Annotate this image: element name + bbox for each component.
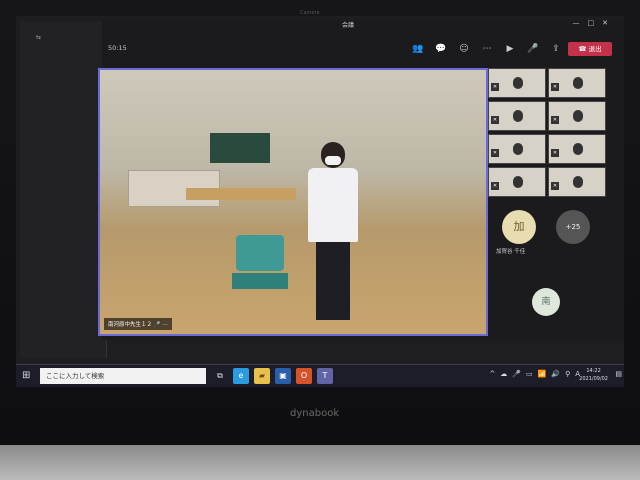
face-shape xyxy=(573,77,583,89)
share-icon[interactable]: ⇪ xyxy=(548,41,564,57)
battery-icon[interactable]: ▭ xyxy=(526,370,533,378)
task-view-icon[interactable]: ⧉ xyxy=(212,368,228,384)
volume-icon[interactable]: 🔊 xyxy=(551,370,560,378)
pen-icon[interactable]: ⚲ xyxy=(565,370,570,378)
leave-button[interactable]: ☎ 退出 xyxy=(568,42,612,56)
person-legs xyxy=(316,242,350,320)
sidebar-mini-icon[interactable]: ⇆ xyxy=(36,34,41,41)
participant-thumb[interactable]: ✕ xyxy=(548,101,606,131)
chair xyxy=(232,235,288,325)
avatar-name: 加賀谷 千佳 xyxy=(496,249,526,255)
participant-thumb[interactable]: ✕ xyxy=(548,167,606,197)
clock-time: 14:22 xyxy=(586,368,601,374)
system-tray: ^ ☁ 🎤 ▭ 📶 🔊 ⚲ A xyxy=(489,370,580,378)
brand-text: dynabook xyxy=(290,408,340,419)
classroom-board xyxy=(210,133,270,163)
more-icon[interactable]: ⋯ xyxy=(479,41,495,57)
participant-thumb[interactable]: ✕ xyxy=(548,134,606,164)
teams-icon[interactable]: T xyxy=(317,368,333,384)
taskbar-search-input[interactable]: ここに入力して検索 xyxy=(40,368,206,384)
more-participants-badge[interactable]: +25 xyxy=(556,210,590,244)
face-shape xyxy=(513,176,523,188)
classroom-table xyxy=(186,188,296,200)
participant-name: 南河原中先生１２ xyxy=(108,322,153,328)
face-shape xyxy=(513,77,523,89)
maximize-button[interactable]: □ xyxy=(588,19,603,27)
screen: ⇆ 会議 —□✕ 50:15 👥 💬 ☺ ⋯ ▶ 🎤 ⇪ ☎ 退出 南河原中先生… xyxy=(16,16,624,386)
store-icon[interactable]: ▣ xyxy=(275,368,291,384)
chat-icon[interactable]: 💬 xyxy=(433,41,449,57)
laptop-hinge xyxy=(0,445,640,480)
close-button[interactable]: ✕ xyxy=(602,19,616,27)
avatar[interactable]: 加 xyxy=(502,210,536,244)
explorer-icon[interactable]: ▰ xyxy=(254,368,270,384)
meeting-toolbar: 50:15 👥 💬 ☺ ⋯ ▶ 🎤 ⇪ ☎ 退出 xyxy=(102,38,624,60)
participant-thumb[interactable]: ✕ xyxy=(548,68,606,98)
office-icon[interactable]: O xyxy=(296,368,312,384)
participant-thumb[interactable]: ✕ xyxy=(488,167,546,197)
minimize-button[interactable]: — xyxy=(573,19,588,27)
face-shape xyxy=(573,143,583,155)
chair-seat xyxy=(232,273,288,289)
mic-icon: 🎤 xyxy=(153,322,161,328)
window-titlebar: 会議 —□✕ xyxy=(102,18,624,30)
main-video[interactable]: 南河原中先生１２ 🎤 ⋯ xyxy=(98,68,488,336)
window-controls[interactable]: —□✕ xyxy=(573,19,617,27)
chevron-up-icon[interactable]: ^ xyxy=(489,370,495,378)
leave-label: 退出 xyxy=(588,45,602,53)
taskbar-clock[interactable]: 14:22 2021/09/02 xyxy=(579,367,608,383)
windows-taskbar: ⊞ ここに入力して検索 ⧉ e ▰ ▣ O T ^ ☁ 🎤 ▭ 📶 🔊 ⚲ A … xyxy=(16,364,624,387)
participant-thumb[interactable]: ✕ xyxy=(488,68,546,98)
camera-icon[interactable]: ▶ xyxy=(502,41,518,57)
mic-muted-icon: ✕ xyxy=(551,116,559,124)
taskbar-apps: ⧉ e ▰ ▣ O T xyxy=(212,368,333,384)
windows-start-icon[interactable]: ⊞ xyxy=(22,370,30,381)
onedrive-icon[interactable]: ☁ xyxy=(500,370,507,378)
participant-grid: ✕ ✕ ✕ ✕ ✕ ✕ ✕ ✕ xyxy=(488,68,606,200)
face-shape xyxy=(513,110,523,122)
person-mask xyxy=(325,156,341,165)
mic-muted-icon: ✕ xyxy=(551,149,559,157)
mic-tray-icon[interactable]: 🎤 xyxy=(512,370,521,378)
face-shape xyxy=(573,176,583,188)
avatar[interactable]: 南 xyxy=(532,288,560,316)
reactions-icon[interactable]: ☺ xyxy=(456,41,472,57)
participant-thumb[interactable]: ✕ xyxy=(488,101,546,131)
participants-icon[interactable]: 👥 xyxy=(410,41,426,57)
laptop-brand-logo: dynabook xyxy=(290,408,339,419)
mic-muted-icon: ✕ xyxy=(491,83,499,91)
clock-date: 2021/09/02 xyxy=(579,376,608,382)
mic-muted-icon: ✕ xyxy=(491,149,499,157)
teacher-figure xyxy=(302,142,364,322)
participant-name-tag: 南河原中先生１２ 🎤 ⋯ xyxy=(104,318,172,330)
face-shape xyxy=(573,110,583,122)
mic-muted-icon: ✕ xyxy=(551,182,559,190)
edge-icon[interactable]: e xyxy=(233,368,249,384)
phone-icon: ☎ xyxy=(578,45,589,53)
meeting-timer: 50:15 xyxy=(108,44,127,52)
notification-icon[interactable]: ▤ xyxy=(615,370,622,378)
person-jacket xyxy=(308,168,358,242)
chair-back xyxy=(236,235,284,271)
participant-thumb[interactable]: ✕ xyxy=(488,134,546,164)
mic-muted-icon: ✕ xyxy=(491,182,499,190)
mic-muted-icon: ✕ xyxy=(491,116,499,124)
mic-muted-icon: ✕ xyxy=(551,83,559,91)
wifi-icon[interactable]: 📶 xyxy=(538,370,547,378)
teams-sidebar: ⇆ xyxy=(20,22,107,358)
face-shape xyxy=(513,143,523,155)
window-title: 会議 xyxy=(342,22,355,29)
mic-off-icon[interactable]: 🎤 xyxy=(525,41,541,57)
